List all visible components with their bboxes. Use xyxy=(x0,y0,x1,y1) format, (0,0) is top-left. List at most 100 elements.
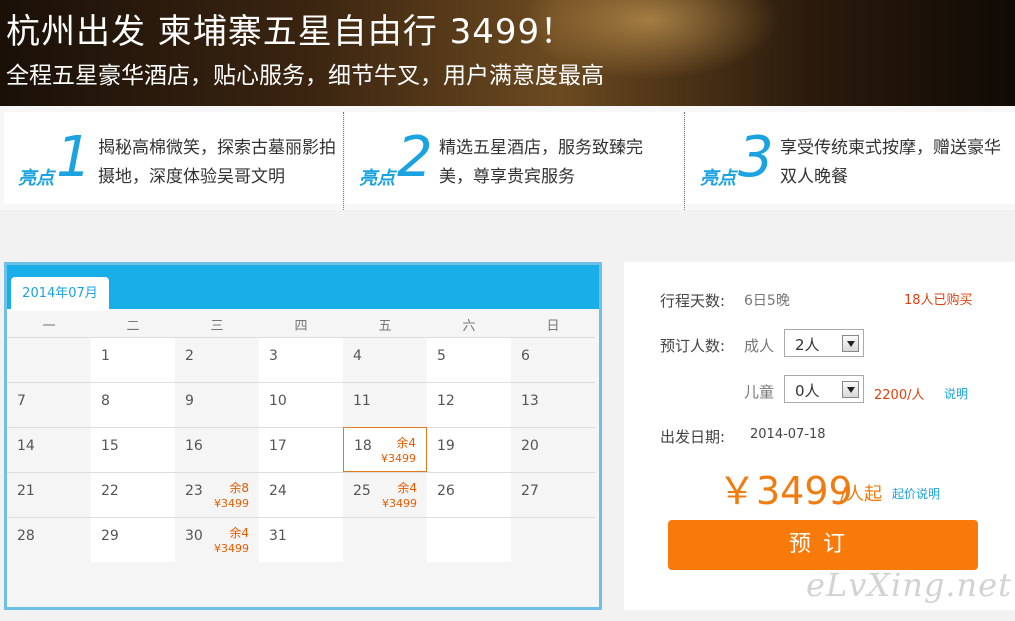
banner-title: 杭州出发 柬埔寨五星自由行 3499！ xyxy=(6,12,576,52)
dropdown-arrow-icon xyxy=(842,335,859,352)
calendar-day: 24 xyxy=(259,472,343,517)
day-number: 21 xyxy=(17,483,35,499)
remaining-seats: 余4 xyxy=(396,436,416,450)
calendar-day: 1 xyxy=(91,337,175,382)
child-explain-link[interactable]: 说明 xyxy=(944,385,968,402)
adult-select[interactable]: 2人 xyxy=(784,329,864,357)
calendar-day: 15 xyxy=(91,427,175,472)
calendar-day xyxy=(343,517,427,562)
child-price: 2200/人 xyxy=(874,388,925,403)
price: ￥3499 xyxy=(718,469,853,513)
highlight-2: 亮点 2 精选五星酒店，服务致臻完美，尊享贵宾服务 xyxy=(345,112,682,204)
day-number: 13 xyxy=(521,393,539,409)
highlight-tag: 亮点 xyxy=(18,168,54,189)
calendar-header: 2014年07月 xyxy=(7,265,599,311)
sold-count: 18人已购买 xyxy=(904,293,973,308)
highlight-text: 享受传统柬式按摩，赠送豪华双人晚餐 xyxy=(780,138,1001,187)
highlight-divider xyxy=(684,112,685,210)
day-number: 29 xyxy=(101,528,119,544)
calendar-day: 27 xyxy=(511,472,595,517)
calendar-day: 21 xyxy=(7,472,91,517)
highlight-number: 1 xyxy=(56,125,92,190)
day-number: 22 xyxy=(101,483,119,499)
calendar-day: 6 xyxy=(511,337,595,382)
calendar-day: 11 xyxy=(343,382,427,427)
day-number: 3 xyxy=(269,348,278,364)
calendar-day: 3 xyxy=(259,337,343,382)
calendar-day: 14 xyxy=(7,427,91,472)
day-number: 14 xyxy=(17,438,35,454)
day-number: 20 xyxy=(521,438,539,454)
calendar-day: 4 xyxy=(343,337,427,382)
weekday-row: 一二三四五六日 xyxy=(7,311,599,337)
remaining-seats: 余4 xyxy=(229,526,249,540)
weekday-label: 三 xyxy=(210,319,224,334)
price-unit: /人起 xyxy=(840,484,883,505)
day-number: 2 xyxy=(185,348,194,364)
weekday-label: 四 xyxy=(294,319,308,334)
calendar-day xyxy=(7,337,91,382)
day-number: 19 xyxy=(437,438,455,454)
calendar-day: 29 xyxy=(91,517,175,562)
day-number: 12 xyxy=(437,393,455,409)
calendar-day: 20 xyxy=(511,427,595,472)
departure-calendar: 2014年07月 一二三四五六日 1 2 3 4 5 6 7 8 9 10 11 12 13 14 15 16… xyxy=(4,262,602,610)
calendar-day: 22 xyxy=(91,472,175,517)
highlight-text: 揭秘高棉微笑，探索古墓丽影拍摄地，深度体验吴哥文明 xyxy=(98,138,336,187)
weekday-label: 六 xyxy=(462,319,476,334)
day-number: 7 xyxy=(17,393,26,409)
day-number: 6 xyxy=(521,348,530,364)
people-label: 预订人数: xyxy=(660,337,726,355)
highlight-tag: 亮点 xyxy=(700,168,736,189)
adult-label: 成人 xyxy=(744,337,775,355)
calendar-day: 17 xyxy=(259,427,343,472)
adult-select-value: 2人 xyxy=(795,336,820,354)
calendar-day[interactable]: 25 余4 ¥3499 xyxy=(343,472,427,517)
day-number: 26 xyxy=(437,483,455,499)
calendar-day: 9 xyxy=(175,382,259,427)
calendar-day: 8 xyxy=(91,382,175,427)
highlight-number: 2 xyxy=(397,125,433,190)
calendar-day[interactable]: 30 余4 ¥3499 xyxy=(175,517,259,562)
day-number: 16 xyxy=(185,438,203,454)
day-number: 11 xyxy=(353,393,371,409)
days-label: 行程天数: xyxy=(660,292,726,310)
highlights: 亮点 1 揭秘高棉微笑，探索古墓丽影拍摄地，深度体验吴哥文明 亮点 2 精选五星… xyxy=(0,106,1015,210)
highlight-3: 亮点 3 享受传统柬式按摩，赠送豪华双人晚餐 xyxy=(686,112,1015,204)
child-select[interactable]: 0人 xyxy=(784,375,864,403)
day-number: 31 xyxy=(269,528,287,544)
days-value: 6日5晚 xyxy=(744,293,790,309)
calendar-day xyxy=(427,517,511,562)
day-number: 15 xyxy=(101,438,119,454)
weekday-label: 日 xyxy=(546,319,560,334)
highlight-text: 精选五星酒店，服务致臻完美，尊享贵宾服务 xyxy=(439,138,643,187)
calendar-day: 10 xyxy=(259,382,343,427)
calendar-day: 16 xyxy=(175,427,259,472)
calendar-day[interactable]: 23 余8 ¥3499 xyxy=(175,472,259,517)
day-number: 4 xyxy=(353,348,362,364)
child-select-value: 0人 xyxy=(795,382,820,400)
remaining-seats: 余4 xyxy=(397,481,417,495)
day-number: 1 xyxy=(101,348,110,364)
calendar-day: 13 xyxy=(511,382,595,427)
day-number: 24 xyxy=(269,483,287,499)
day-number: 28 xyxy=(17,528,35,544)
calendar-day[interactable]: 18 余4 ¥3499 xyxy=(343,427,427,472)
day-number: 27 xyxy=(521,483,539,499)
day-price: ¥3499 xyxy=(382,497,417,510)
dropdown-arrow-icon xyxy=(842,381,859,398)
calendar-day xyxy=(511,517,595,562)
day-price: ¥3499 xyxy=(214,497,249,510)
month-tab[interactable]: 2014年07月 xyxy=(11,277,109,311)
watermark: eLvXing.net xyxy=(806,566,1012,604)
price-explain-link[interactable]: 起价说明 xyxy=(892,485,940,502)
calendar-day: 5 xyxy=(427,337,511,382)
calendar-day: 12 xyxy=(427,382,511,427)
weekday-label: 二 xyxy=(126,319,140,334)
day-number: 10 xyxy=(269,393,287,409)
day-price: ¥3499 xyxy=(214,542,249,555)
highlight-tag: 亮点 xyxy=(359,168,395,189)
book-button[interactable]: 预订 xyxy=(668,520,978,570)
day-number: 5 xyxy=(437,348,446,364)
day-number: 8 xyxy=(101,393,110,409)
